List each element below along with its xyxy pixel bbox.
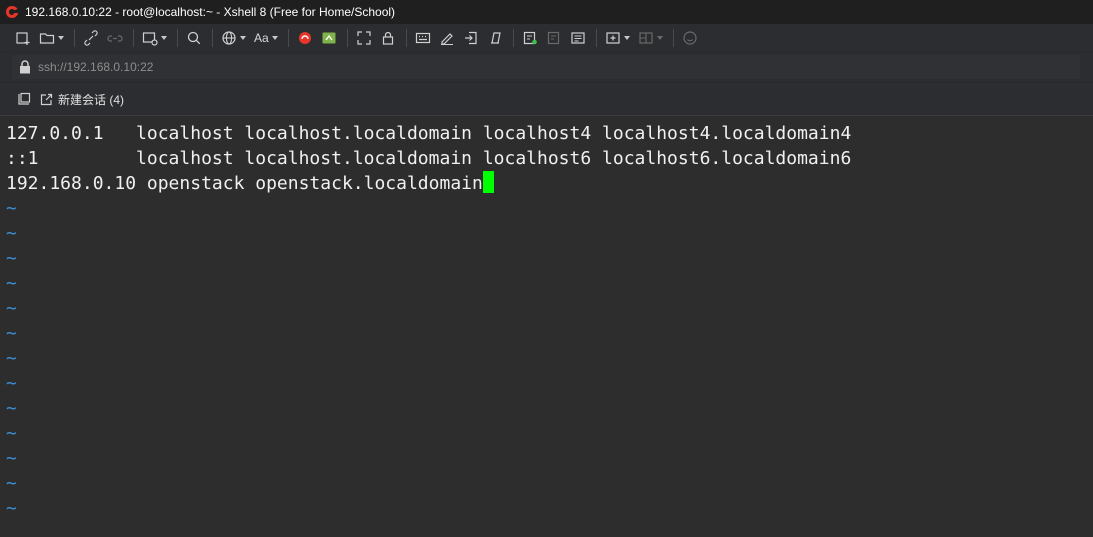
session-list-icon — [18, 92, 31, 105]
terminal[interactable]: 127.0.0.1 localhost localhost.localdomai… — [0, 117, 1093, 537]
layout-button[interactable] — [635, 27, 666, 49]
transfer-button[interactable] — [460, 27, 482, 49]
external-link-icon — [40, 93, 53, 105]
toolbar-divider — [212, 28, 213, 47]
terminal-cursor — [482, 171, 494, 193]
send-button[interactable] — [543, 27, 565, 49]
vim-empty-line-tilde: ~ — [6, 198, 17, 219]
vim-empty-line-tilde: ~ — [6, 423, 17, 444]
chevron-down-icon — [58, 35, 64, 40]
open-folder-icon — [39, 32, 55, 44]
new-session-button[interactable] — [12, 27, 34, 49]
tab-label: 新建会话 (4) — [58, 92, 125, 107]
xshell-logo-icon — [6, 6, 18, 18]
toolbar-divider — [287, 28, 289, 47]
toolbar-divider — [74, 28, 75, 47]
xshell-plus-button[interactable] — [318, 27, 340, 49]
lock-icon — [20, 60, 30, 74]
terminal-line: 127.0.0.1 localhost localhost.localdomai… — [6, 123, 852, 144]
vim-empty-line-tilde: ~ — [6, 398, 17, 419]
chevron-down-icon — [656, 35, 663, 40]
lock-icon — [382, 31, 393, 45]
address-text: ssh://192.168.0.10:22 — [38, 60, 154, 74]
connect-button[interactable] — [80, 27, 102, 49]
vim-empty-line-tilde: ~ — [6, 273, 17, 294]
toolbar-divider — [133, 28, 134, 47]
vim-empty-line-tilde: ~ — [6, 348, 17, 369]
terminal-line-text: 192.168.0.10 openstack openstack.localdo… — [6, 173, 483, 194]
address-bar: ssh://192.168.0.10:22 — [0, 53, 1093, 81]
transfer-icon — [464, 31, 477, 44]
encoding-button[interactable] — [218, 27, 249, 49]
compose-bar-button[interactable] — [567, 27, 589, 49]
fullscreen-icon — [357, 30, 371, 45]
vim-empty-line-tilde: ~ — [6, 298, 17, 319]
open-button[interactable] — [36, 27, 67, 49]
toolbar-divider — [346, 28, 348, 47]
add-tab-icon — [606, 31, 620, 44]
terminal-line: 192.168.0.10 openstack openstack.localdo… — [6, 171, 851, 196]
chevron-down-icon — [271, 35, 278, 40]
fullscreen-button[interactable] — [353, 27, 375, 49]
xftp-button[interactable] — [294, 27, 316, 49]
title-bar: 192.168.0.10:22 - root@localhost:~ - Xsh… — [0, 0, 1093, 24]
keyboard-icon — [415, 32, 430, 43]
compose-icon — [490, 31, 501, 44]
session-manager-button[interactable] — [16, 91, 32, 107]
record-icon — [523, 31, 537, 44]
send-icon — [547, 31, 559, 44]
session-tab-bar: 新建会话 (4) — [0, 83, 1093, 116]
connect-icon — [84, 29, 98, 46]
terminal-line: ::1 localhost localhost.localdomain loca… — [6, 148, 852, 169]
keyboard-button[interactable] — [412, 27, 434, 49]
help-icon — [683, 30, 697, 45]
vim-empty-line-tilde: ~ — [6, 473, 17, 494]
compose-bar-icon — [571, 31, 585, 44]
chevron-down-icon — [161, 35, 167, 40]
search-icon — [187, 31, 201, 44]
window-title: 192.168.0.10:22 - root@localhost:~ - Xsh… — [25, 5, 396, 19]
toolbar: Aa — [0, 24, 1093, 51]
toolbar-divider — [595, 28, 597, 47]
script-button[interactable] — [436, 27, 458, 49]
tab-new-session[interactable]: 新建会话 (4) — [40, 91, 124, 108]
toolbar-divider — [512, 28, 514, 47]
new-session-icon — [16, 31, 30, 45]
disconnect-icon — [107, 34, 123, 42]
script-icon — [440, 32, 453, 45]
vim-empty-line-tilde: ~ — [6, 323, 17, 344]
vim-empty-line-tilde: ~ — [6, 448, 17, 469]
compose-button[interactable] — [484, 27, 506, 49]
find-button[interactable] — [183, 27, 205, 49]
record-button[interactable] — [519, 27, 541, 49]
font-icon: Aa — [254, 30, 269, 45]
vim-empty-line-tilde: ~ — [6, 498, 17, 519]
disconnect-button[interactable] — [104, 27, 126, 49]
add-tab-button[interactable] — [602, 27, 633, 49]
new-window-icon — [142, 31, 158, 46]
vim-empty-line-tilde: ~ — [6, 373, 17, 394]
globe-icon — [222, 30, 236, 45]
xshell-plus-icon — [322, 32, 336, 43]
toolbar-divider — [177, 28, 178, 47]
new-window-button[interactable] — [139, 27, 170, 49]
xftp-icon — [298, 31, 311, 44]
toolbar-divider — [672, 28, 674, 47]
help-button[interactable] — [679, 27, 701, 49]
chevron-down-icon — [240, 35, 246, 40]
chevron-down-icon — [623, 35, 630, 40]
layout-icon — [639, 31, 653, 44]
lock-button[interactable] — [377, 27, 399, 49]
vim-empty-line-tilde: ~ — [6, 223, 17, 244]
terminal-content: 127.0.0.1 localhost localhost.localdomai… — [6, 121, 851, 521]
font-button[interactable]: Aa — [251, 27, 281, 49]
vim-empty-line-tilde: ~ — [6, 248, 17, 269]
address-field[interactable]: ssh://192.168.0.10:22 — [12, 55, 1080, 79]
toolbar-divider — [405, 28, 407, 47]
